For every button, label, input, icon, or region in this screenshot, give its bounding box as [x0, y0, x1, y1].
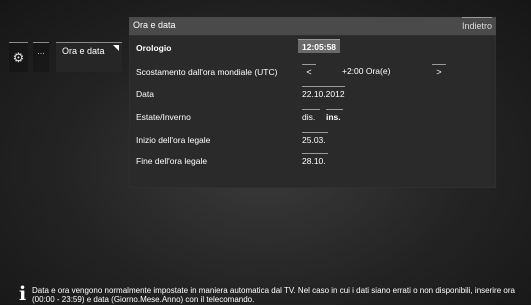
fine-ora-legale-label: Fine dell'ora legale: [136, 156, 208, 166]
back-button[interactable]: Indietro: [461, 17, 492, 31]
info-bar: i Data e ora vengono normalmente imposta…: [0, 284, 531, 305]
scostamento-next-button[interactable]: >: [432, 64, 446, 78]
corner-triangle-icon: [113, 45, 119, 51]
info-icon: i: [19, 283, 27, 305]
estate-inverno-label: Estate/Inverno: [136, 112, 191, 122]
more-label: ...: [37, 46, 45, 56]
panel-header: Ora e data Indietro: [129, 17, 496, 35]
scostamento-label: Scostamento dall'ora mondiale (UTC): [136, 67, 278, 77]
scostamento-value: +2:00 Ora(e): [342, 66, 391, 76]
orologio-value-field[interactable]: 12:05:58: [298, 39, 341, 53]
panel-body: Orologio 12:05:58 Scostamento dall'ora m…: [130, 36, 495, 187]
nav-settings-button[interactable]: ⚙: [9, 42, 28, 72]
estate-option-ins[interactable]: ins.: [326, 109, 343, 123]
info-text: Data e ora vengono normalmente impostate…: [32, 286, 515, 304]
gear-icon: ⚙: [12, 50, 25, 65]
inizio-ora-legale-field[interactable]: 25.03.: [302, 132, 328, 146]
nav-ora-data-tab[interactable]: Ora e data: [56, 42, 122, 72]
fine-ora-legale-field[interactable]: 28.10.: [302, 153, 328, 167]
nav-ora-data-label: Ora e data: [62, 46, 105, 56]
data-label: Data: [136, 89, 154, 99]
orologio-label: Orologio: [136, 43, 172, 53]
settings-panel: Ora e data Indietro Orologio 12:05:58 Sc…: [129, 17, 496, 188]
inizio-ora-legale-label: Inizio dell'ora legale: [136, 135, 211, 145]
panel-title: Ora e data: [133, 20, 176, 30]
scostamento-prev-button[interactable]: <: [302, 64, 316, 78]
nav-more-button[interactable]: ...: [33, 42, 49, 72]
tv-screen: ⚙ ... Ora e data Ora e data Indietro Oro…: [0, 0, 531, 305]
data-value-field[interactable]: 22.10.2012: [302, 86, 345, 100]
estate-option-dis[interactable]: dis.: [302, 109, 320, 123]
